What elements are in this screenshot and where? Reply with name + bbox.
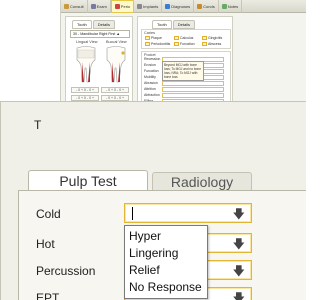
checkbox-gingivitis[interactable]: Gingivitis (202, 36, 222, 40)
row-label: Recession (144, 57, 161, 61)
module-tab-label: Implants (143, 4, 159, 9)
module-tab-label: Conds (203, 4, 215, 9)
module-tab-notes[interactable]: Notes (219, 0, 243, 13)
module-tab-label: Notes (227, 4, 239, 9)
lingual-view-label: Lingual View (76, 40, 98, 44)
module-tab-label: Exam (96, 4, 107, 9)
cold-label: Cold (36, 207, 61, 221)
tab-pulp-test[interactable]: Pulp Test (28, 170, 148, 190)
hot-label: Hot (36, 237, 55, 251)
row-label: Mobility (144, 75, 156, 79)
percussion-label: Percussion (36, 264, 96, 278)
chevron-down-icon[interactable]: 🡇 (233, 208, 245, 220)
ept-label: EPT (36, 291, 60, 300)
cold-dropdown-list: Hyper Lingering Relief No Response (124, 225, 208, 299)
dialog-tabs: Pulp Test Radiology (18, 170, 268, 190)
dropdown-option-relief[interactable]: Relief (125, 262, 207, 279)
module-tab-label: Perio (120, 4, 131, 9)
implants-icon (137, 4, 143, 9)
dropdown-option-no-response[interactable]: No Response (125, 279, 207, 296)
checkbox-calculus[interactable]: Calculus (174, 36, 193, 40)
left-subtabs: Tooth Details (72, 20, 116, 29)
right-subtabs: Tooth Details (152, 20, 196, 29)
partial-label: T (34, 118, 42, 132)
row-label: Abfraction (144, 93, 160, 97)
module-tab-conds[interactable]: Conds (194, 0, 219, 13)
tooth-lingual-icon[interactable] (74, 46, 98, 84)
module-tab-exam[interactable]: Exam (88, 0, 111, 13)
dropdown-option-lingering[interactable]: Lingering (125, 245, 207, 262)
module-tab-implants[interactable]: Implants (134, 0, 163, 13)
module-tab-diagnoses[interactable]: Diagnoses (162, 0, 195, 13)
tab-details[interactable]: Details (92, 20, 116, 29)
chevron-down-icon[interactable]: 🡇 (233, 292, 245, 300)
buccal-stepper-top[interactable]: - 0 + 0 - 0 + (101, 87, 129, 93)
tooth-buccal-icon[interactable] (104, 46, 128, 84)
row-field[interactable] (162, 87, 224, 92)
module-tab-label: Diagnoses (171, 4, 191, 9)
checkbox-furcation[interactable]: Furcation (174, 42, 195, 46)
checkbox-plaque[interactable]: Plaque (145, 36, 162, 40)
module-tab-perio[interactable]: Perio (110, 0, 135, 13)
buccal-view-label: Buccal View (106, 40, 127, 44)
checkbox-abscess[interactable]: Abscess (202, 42, 221, 46)
tab-details-right[interactable]: Details (172, 20, 196, 29)
row-field[interactable] (162, 81, 224, 86)
row-label: Attrition (144, 87, 156, 91)
caries-section: Caries Plaque Calculus Gingivitis Period… (141, 29, 231, 49)
conds-icon (197, 4, 203, 9)
recession-tooltip: Beyond MGJ with bone loss; To MGJ and no… (162, 61, 204, 81)
chevron-down-icon[interactable]: 🡇 (233, 238, 245, 250)
tab-tooth-right[interactable]: Tooth (152, 20, 172, 29)
module-tab-consult[interactable]: Consult (61, 0, 88, 13)
lingual-stepper-top[interactable]: - 0 + 0 - 0 + (71, 87, 99, 93)
dropdown-option-hyper[interactable]: Hyper (125, 228, 207, 245)
tab-radiology[interactable]: Radiology (152, 172, 252, 190)
row-label: Abrasion (144, 81, 158, 85)
row-field[interactable] (162, 93, 224, 98)
consult-icon (64, 4, 69, 9)
exam-icon (90, 4, 96, 9)
checkbox-periodontitis[interactable]: Periodontitis (145, 42, 170, 46)
caries-title: Caries (144, 31, 155, 35)
tab-tooth[interactable]: Tooth (72, 20, 92, 29)
row-label: Furcation (144, 69, 159, 73)
notes-icon (221, 4, 227, 9)
tooth-selector[interactable]: 30 - Mandibular Right First ▲ (70, 30, 130, 38)
module-tab-bar: Consult Exam Perio Implants Diagnoses Conds No… (61, 0, 306, 13)
chevron-down-icon[interactable]: 🡇 (233, 265, 245, 277)
diagnoses-icon (165, 4, 171, 9)
cold-select[interactable]: 🡇 (124, 203, 252, 223)
perio-icon (114, 4, 120, 9)
module-tab-label: Consult (70, 4, 84, 9)
row-label: Erosion (144, 63, 156, 67)
